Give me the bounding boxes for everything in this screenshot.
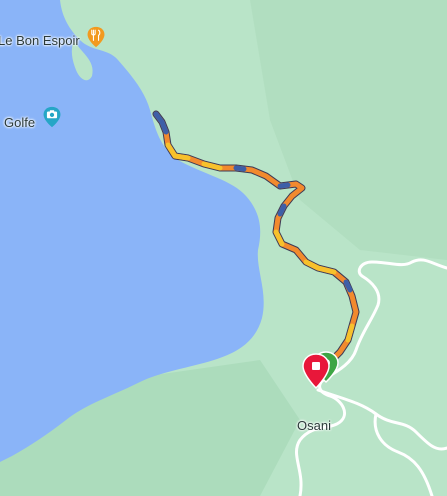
route-segment-blue [233,165,247,172]
place-label-osani[interactable]: Osani [297,418,331,433]
place-label-golfe[interactable]: Golfe [4,115,35,130]
map-canvas[interactable]: Le Bon Espoir Golfe Osani [0,0,447,496]
map-background [0,0,447,496]
restaurant-icon[interactable] [85,26,107,48]
place-label-le-bon-espoir[interactable]: Le Bon Espoir [0,33,80,48]
route-segment-blue [277,182,291,189]
camera-icon[interactable] [41,106,63,128]
